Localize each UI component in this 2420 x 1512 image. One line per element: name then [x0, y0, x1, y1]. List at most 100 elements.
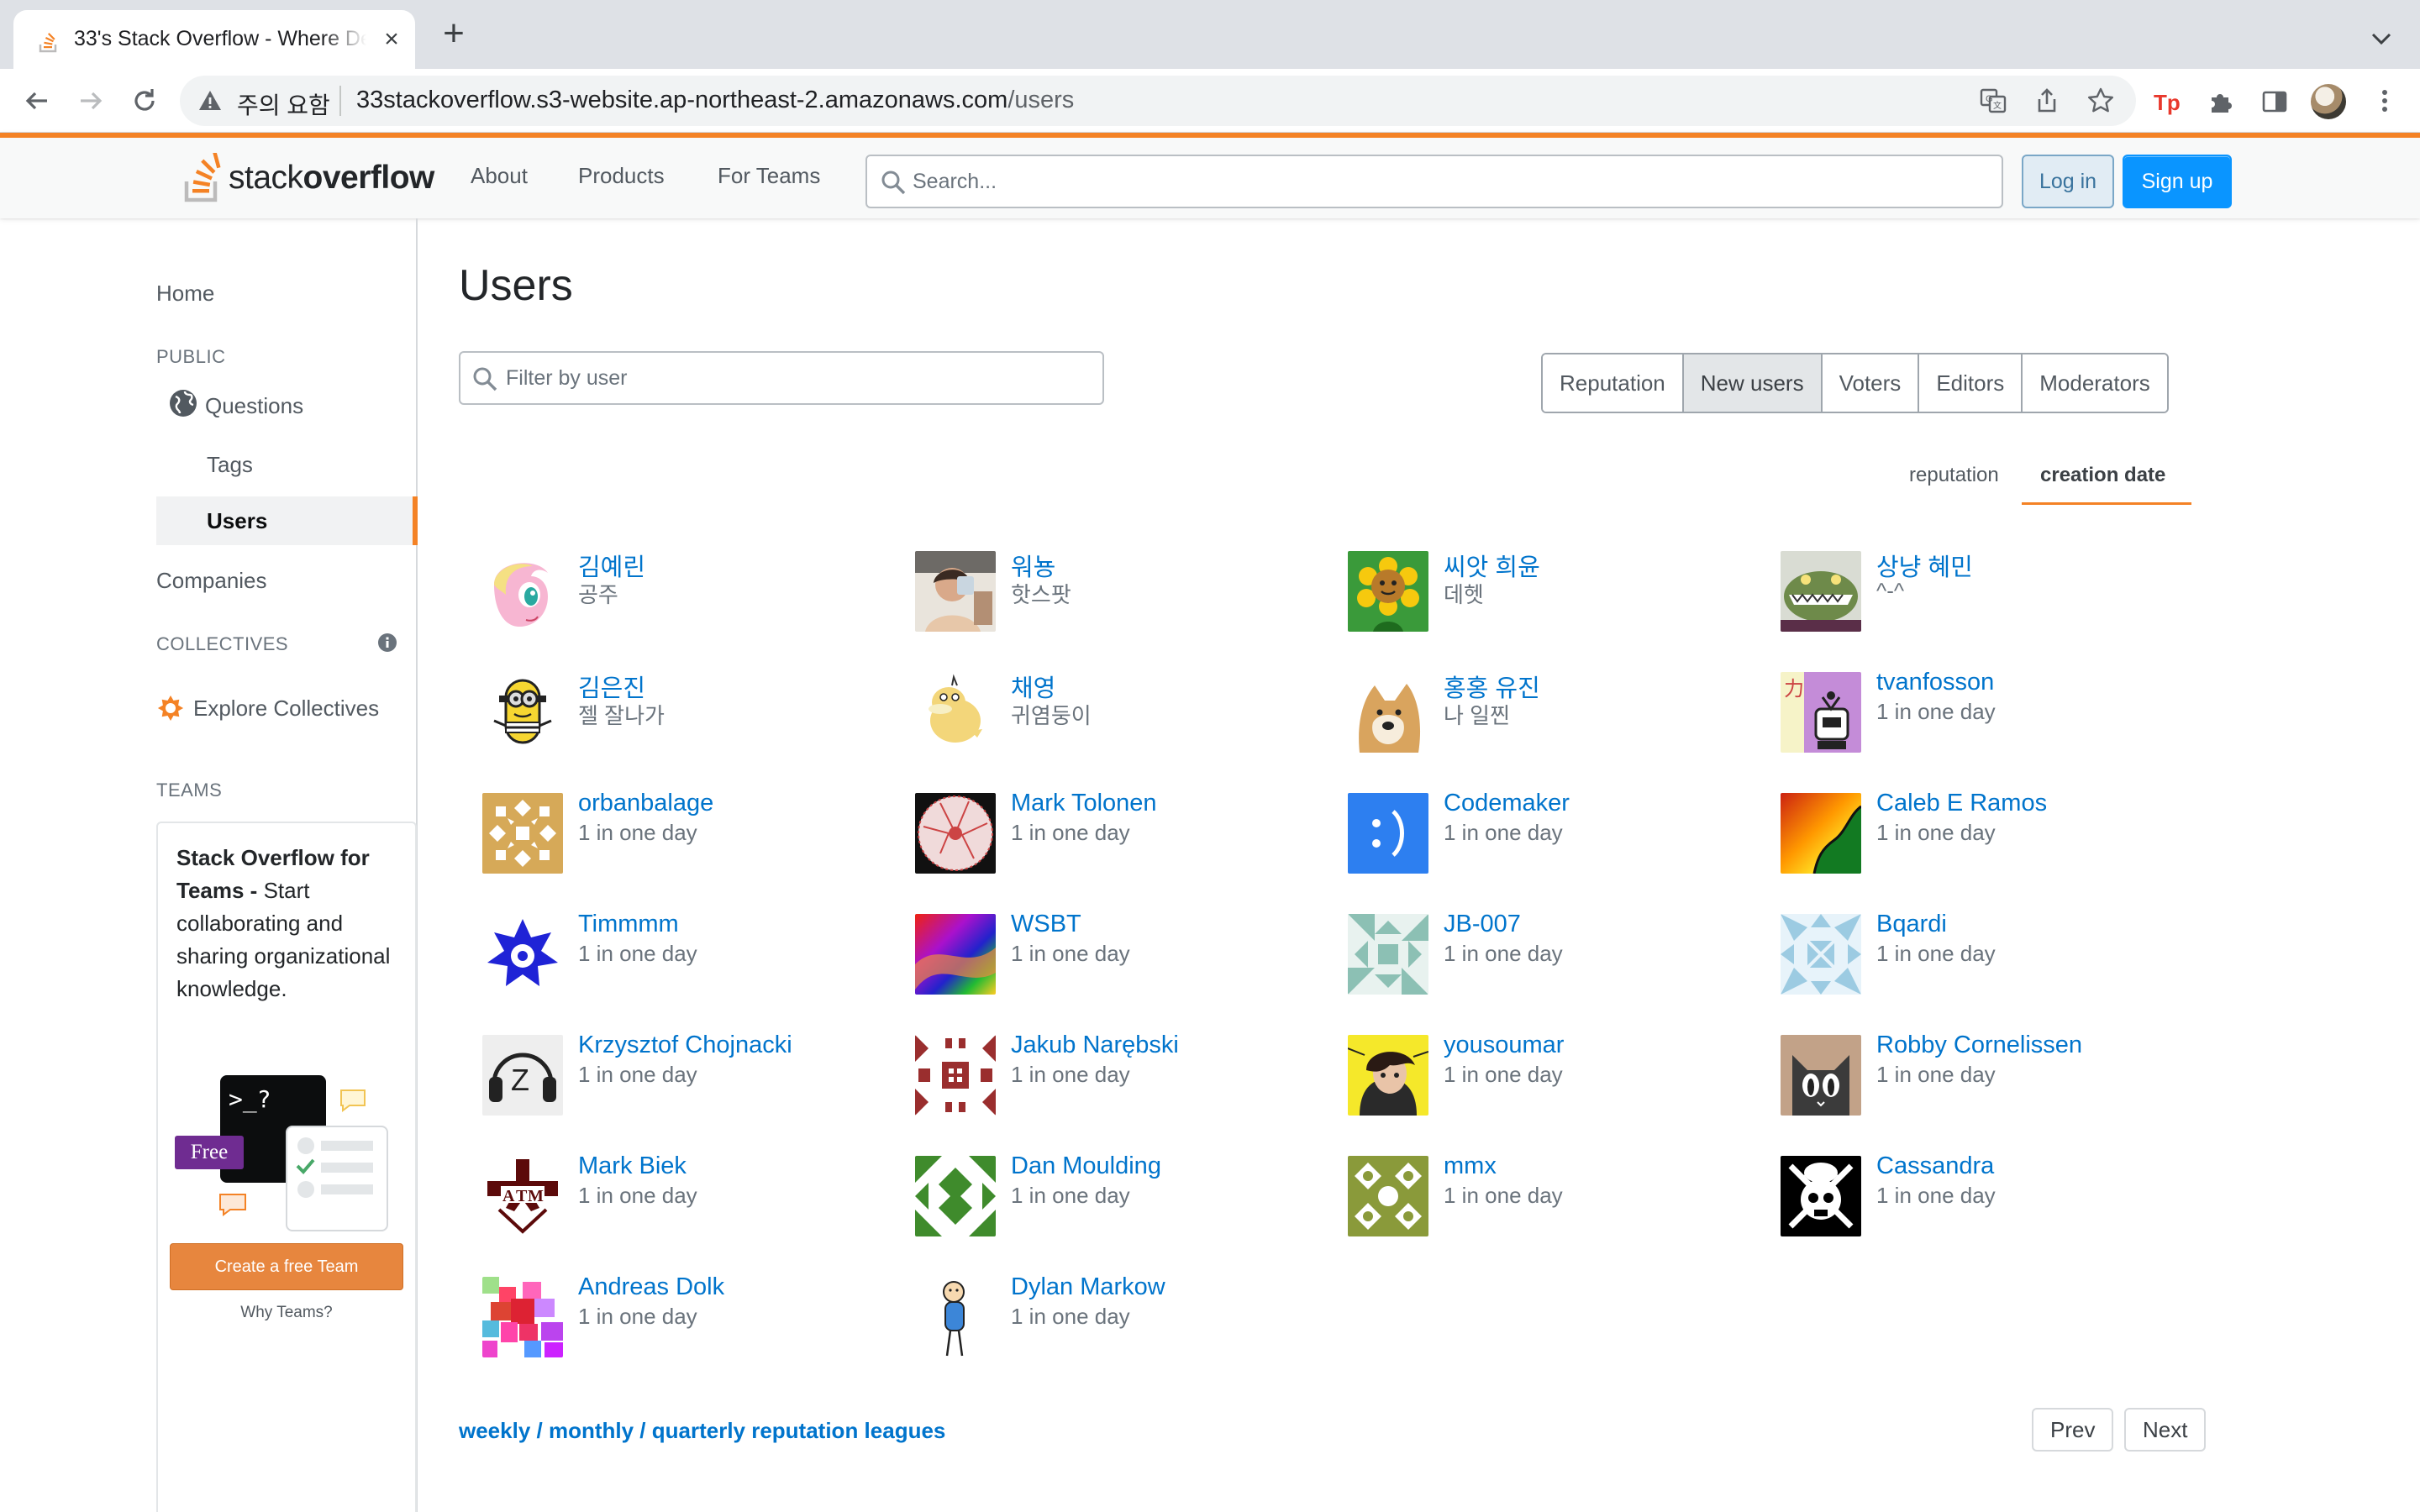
robot-avatar[interactable]: 力 — [1781, 672, 1861, 753]
login-button[interactable]: Log in — [2022, 155, 2114, 208]
duck-avatar[interactable] — [915, 672, 996, 753]
signup-button[interactable]: Sign up — [2123, 155, 2232, 208]
user-name-link[interactable]: Mark Tolonen — [1011, 790, 1157, 817]
user-name-link[interactable]: Krzysztof Chojnacki — [578, 1032, 792, 1059]
subtab-creation-date[interactable]: creation date — [2040, 464, 2165, 487]
skull-avatar[interactable] — [1781, 1156, 1861, 1236]
cartoon-avatar[interactable] — [1348, 1035, 1428, 1116]
chevron-down-icon[interactable] — [2365, 22, 2398, 55]
user-card: orbanbalage 1 in one day — [482, 790, 902, 874]
user-name-link[interactable]: Robby Cornelissen — [1876, 1032, 2082, 1059]
sidebar-item-explore-collectives[interactable]: Explore Collectives — [193, 696, 379, 722]
user-name-link[interactable]: orbanbalage — [578, 790, 713, 817]
puzzle-extensions-icon[interactable] — [2207, 87, 2235, 116]
more-vertical-icon[interactable] — [2370, 86, 2400, 116]
user-name-link[interactable]: JB-007 — [1444, 911, 1521, 938]
why-teams-link[interactable]: Why Teams? — [158, 1304, 415, 1322]
prev-page-button[interactable]: Prev — [2032, 1408, 2114, 1452]
identicon-avatar[interactable] — [915, 1035, 996, 1116]
tab-reputation[interactable]: Reputation — [1543, 354, 1684, 412]
user-name-link[interactable]: Jakub Narębski — [1011, 1032, 1179, 1059]
smiley-avatar[interactable] — [1348, 793, 1428, 874]
url-text[interactable]: 33stackoverflow.s3-website.ap-northeast-… — [356, 87, 1074, 114]
tab-moderators[interactable]: Moderators — [2023, 354, 2167, 412]
sidebar-item-users-label: Users — [207, 508, 268, 533]
pony-avatar[interactable] — [482, 551, 563, 632]
user-card: 김은진 젤 잘나가 — [482, 669, 902, 753]
user-name-link[interactable]: Codemaker — [1444, 790, 1570, 817]
info-icon[interactable] — [376, 632, 398, 654]
filter-user-input[interactable] — [506, 363, 1086, 393]
user-name-link[interactable]: Timmmm — [578, 911, 679, 938]
share-icon[interactable] — [2032, 86, 2062, 116]
profile-avatar[interactable] — [2311, 84, 2346, 119]
user-name-link[interactable]: Cassandra — [1876, 1152, 1994, 1180]
bookmark-star-icon[interactable] — [2086, 86, 2116, 116]
sidebar-item-users[interactable]: Users — [156, 496, 418, 545]
stickman-avatar[interactable] — [915, 1277, 996, 1357]
user-name-link[interactable]: Caleb E Ramos — [1876, 790, 2047, 817]
tab-editors[interactable]: Editors — [1919, 354, 2023, 412]
search-input[interactable] — [913, 166, 1971, 197]
user-info: 1 in one day — [1011, 1183, 1130, 1208]
nav-products[interactable]: Products — [578, 163, 665, 189]
identicon-avatar[interactable] — [915, 1156, 996, 1236]
identicon-avatar[interactable] — [482, 793, 563, 874]
identicon-avatar[interactable] — [1781, 914, 1861, 995]
headphones-avatar[interactable]: Z — [482, 1035, 563, 1116]
forward-arrow-icon[interactable] — [71, 81, 111, 121]
user-name-link[interactable]: Mark Biek — [578, 1152, 687, 1180]
warning-icon[interactable] — [197, 87, 224, 114]
user-name-link[interactable]: mmx — [1444, 1152, 1497, 1180]
reputation-leagues-link[interactable]: weekly / monthly / quarterly reputation … — [459, 1418, 945, 1444]
side-panel-icon[interactable] — [2260, 87, 2289, 116]
back-arrow-icon[interactable] — [17, 81, 57, 121]
user-name-link[interactable]: Dan Moulding — [1011, 1152, 1161, 1180]
close-tab-icon[interactable]: × — [378, 27, 405, 54]
reload-icon[interactable] — [124, 81, 165, 121]
security-warning-text[interactable]: 주의 요함 — [237, 87, 330, 121]
translate-icon[interactable]: G文 — [1978, 86, 2008, 116]
user-name-link[interactable]: Andreas Dolk — [578, 1273, 724, 1301]
nav-for-teams[interactable]: For Teams — [718, 163, 820, 189]
doge-avatar[interactable] — [1348, 672, 1428, 753]
user-name-link[interactable]: tvanfosson — [1876, 669, 1994, 696]
star-avatar[interactable] — [482, 914, 563, 995]
user-name-link[interactable]: Dylan Markow — [1011, 1273, 1165, 1301]
pixel-avatar[interactable] — [482, 1277, 563, 1357]
user-name-link[interactable]: yousoumar — [1444, 1032, 1564, 1059]
page-title: Users — [459, 261, 573, 310]
cat-avatar[interactable] — [1781, 1035, 1861, 1116]
fractal-avatar[interactable] — [1781, 793, 1861, 874]
user-name-link[interactable]: Bqardi — [1876, 911, 1947, 938]
svg-text:T: T — [516, 1187, 528, 1205]
nav-about[interactable]: About — [471, 163, 528, 189]
sidebar-item-tags[interactable]: Tags — [207, 452, 253, 478]
stackoverflow-logo[interactable]: stackoverflow — [183, 153, 434, 203]
tp-extension-icon[interactable]: Tp — [2153, 87, 2181, 116]
subtab-reputation[interactable]: reputation — [1909, 464, 1999, 487]
sidebar-item-companies[interactable]: Companies — [156, 568, 267, 594]
user-card: JB-007 1 in one day — [1348, 911, 1768, 995]
browser-tab[interactable]: 33's Stack Overflow - Where Developers L… — [13, 10, 415, 69]
monster-avatar[interactable] — [1781, 551, 1861, 632]
identicon-avatar[interactable] — [1348, 1156, 1428, 1236]
swirl-avatar[interactable] — [915, 914, 996, 995]
minion-avatar[interactable] — [482, 672, 563, 753]
sidebar-item-questions[interactable]: Questions — [205, 393, 303, 419]
stackoverflow-favicon-icon — [39, 33, 57, 53]
tab-voters[interactable]: Voters — [1822, 354, 1920, 412]
new-tab-icon[interactable]: + — [437, 15, 471, 52]
atm-logo-avatar[interactable]: ATM — [482, 1156, 563, 1236]
user-name-link[interactable]: WSBT — [1011, 911, 1081, 938]
address-bar[interactable]: 주의 요함 33stackoverflow.s3-website.ap-nort… — [180, 76, 2136, 126]
sidebar-heading-teams: TEAMS — [156, 780, 223, 801]
pattern-avatar[interactable] — [915, 793, 996, 874]
create-team-button[interactable]: Create a free Team — [170, 1243, 403, 1290]
photo-avatar[interactable] — [915, 551, 996, 632]
tab-new-users[interactable]: New users — [1683, 354, 1823, 412]
sunflower-avatar[interactable] — [1348, 551, 1428, 632]
sidebar-item-home[interactable]: Home — [156, 281, 214, 307]
identicon-avatar[interactable] — [1348, 914, 1428, 995]
next-page-button[interactable]: Next — [2124, 1408, 2207, 1452]
